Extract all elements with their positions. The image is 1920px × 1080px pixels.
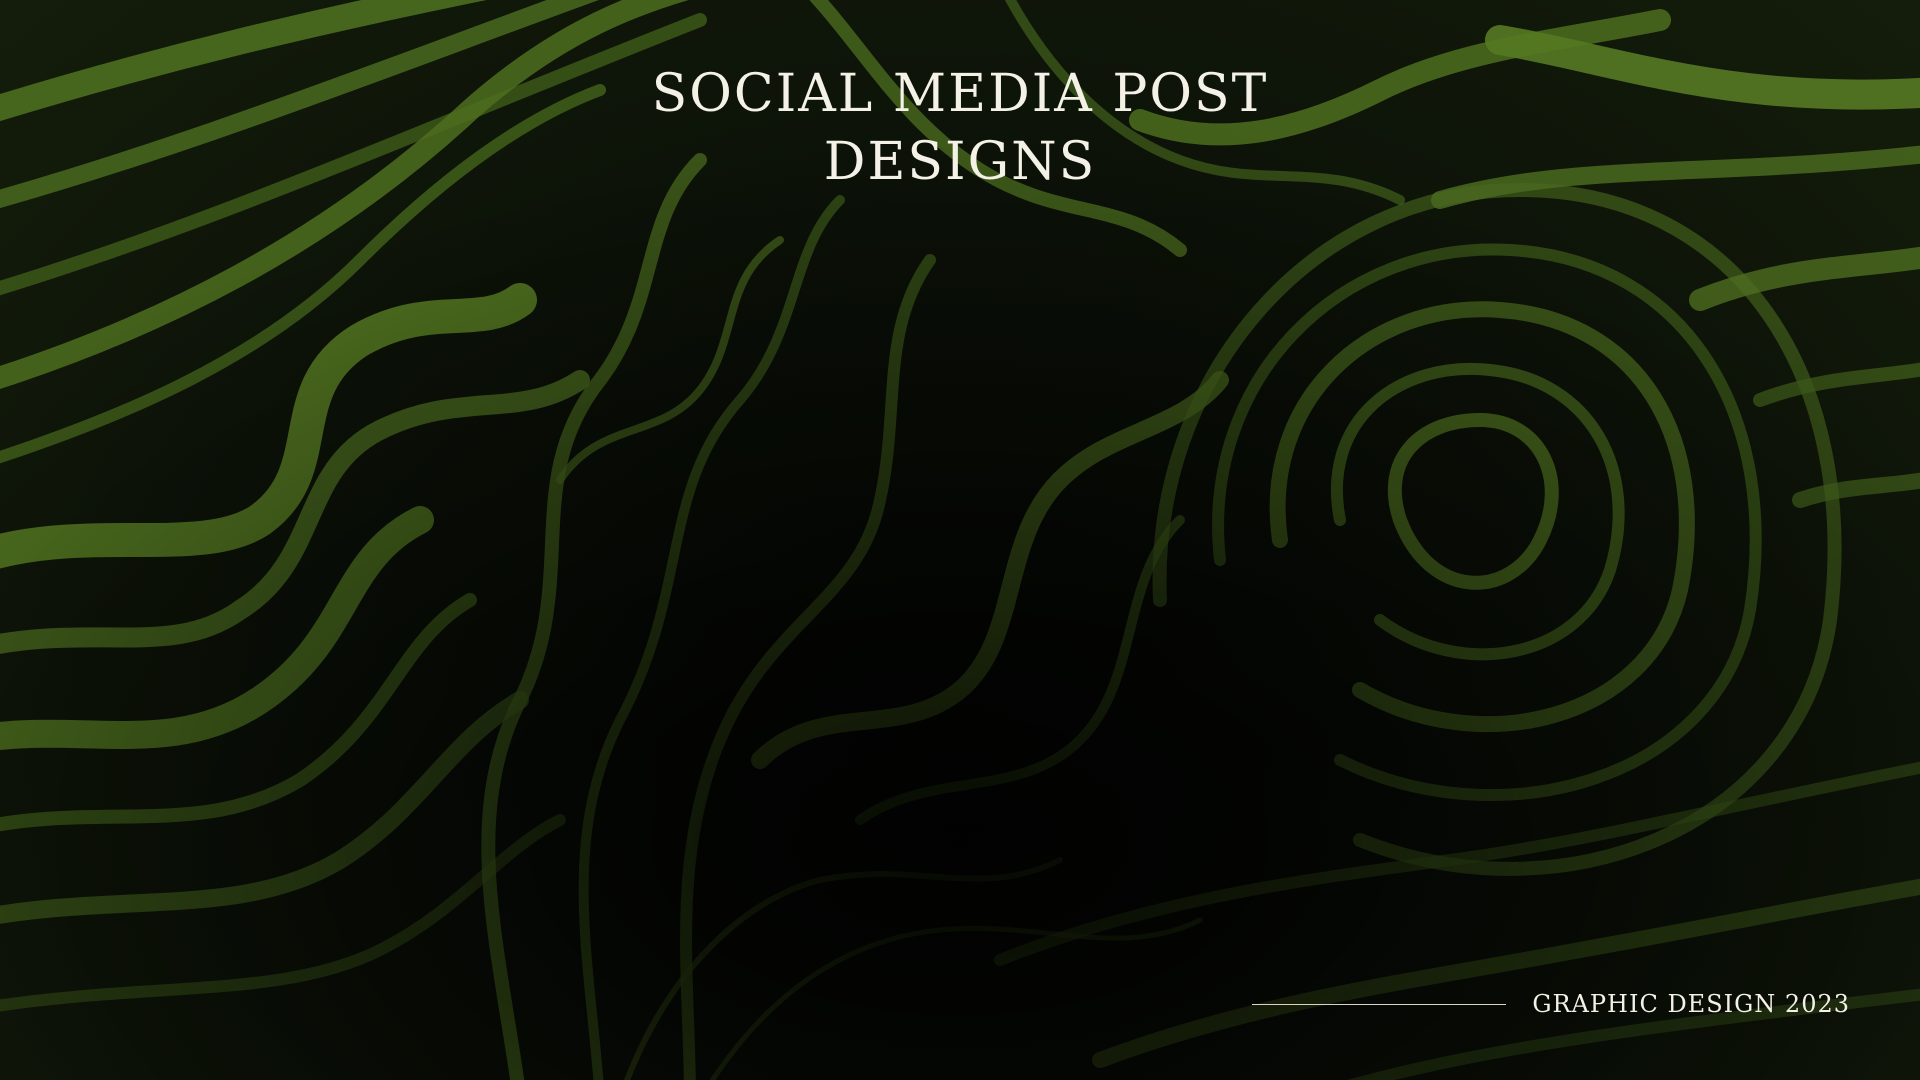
title-line-1: SOCIAL MEDIA POST — [651, 64, 1269, 124]
footer-divider-line — [1252, 1003, 1507, 1005]
footer: GRAPHIC DESIGN 2023 — [1252, 990, 1850, 1018]
footer-caption: GRAPHIC DESIGN 2023 — [1532, 990, 1850, 1018]
page-title: SOCIAL MEDIA POST DESIGNS — [0, 60, 1920, 196]
title-line-2: DESIGNS — [823, 132, 1097, 192]
slide: SOCIAL MEDIA POST DESIGNS GRAPHIC DESIGN… — [0, 0, 1920, 1080]
